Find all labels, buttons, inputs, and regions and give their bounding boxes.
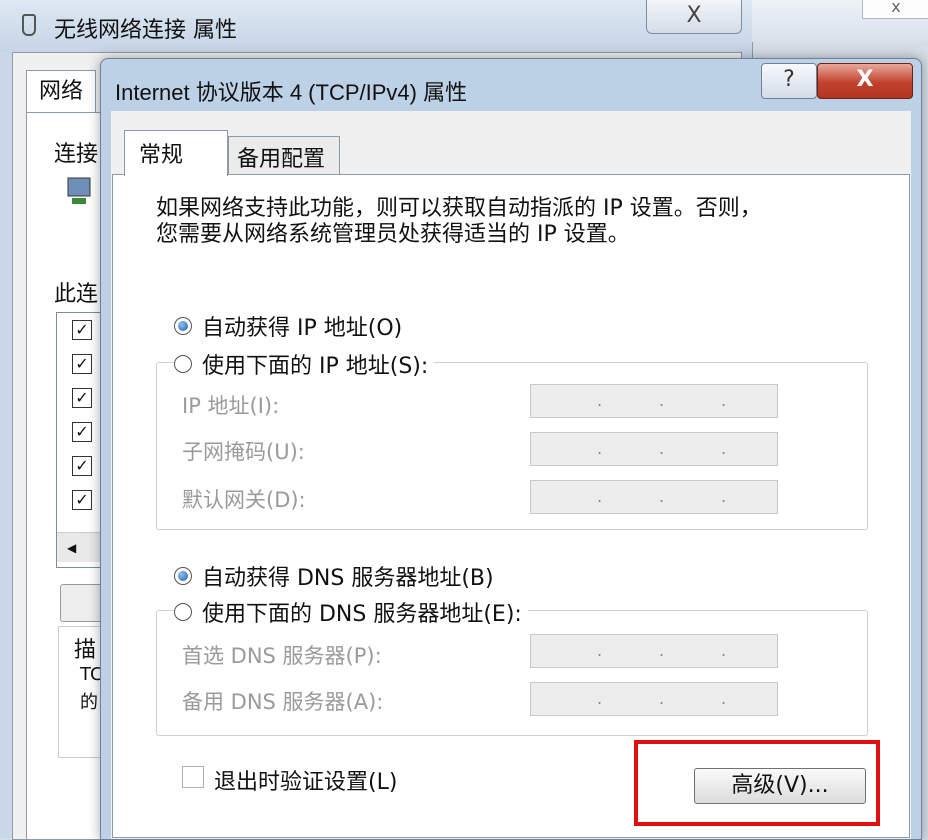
network-adapter-icon	[22, 14, 36, 36]
dns-manual-group	[156, 610, 868, 736]
desktop-close-icon[interactable]: x	[862, 0, 928, 19]
radio-unselected-icon[interactable]	[174, 355, 192, 373]
highlight-box	[634, 740, 880, 826]
validate-on-exit-checkbox[interactable]	[182, 766, 204, 788]
background-close-button[interactable]: X	[646, 0, 742, 34]
radio-unselected-icon[interactable]	[174, 603, 192, 621]
item-checkbox[interactable]: ✓	[72, 320, 92, 340]
description-line-1: 如果网络支持此功能，则可以获取自动指派的 IP 设置。否则，	[156, 196, 762, 221]
background-description-label: 描	[74, 638, 97, 663]
item-checkbox[interactable]: ✓	[72, 388, 92, 408]
background-connect-label: 连接	[54, 142, 99, 167]
radio-ip-manual-label: 使用下面的 IP 地址(S):	[202, 354, 429, 379]
alternate-dns-label: 备用 DNS 服务器(A):	[182, 690, 384, 714]
radio-selected-icon[interactable]	[174, 317, 192, 335]
item-checkbox[interactable]: ✓	[72, 490, 92, 510]
background-items-label: 此连	[54, 282, 99, 307]
background-titlebar: 无线网络连接 属性 X	[0, 0, 752, 52]
adapter-icon	[64, 176, 98, 206]
preferred-dns-input[interactable]: ...	[530, 634, 778, 668]
ip-address-input[interactable]: ...	[530, 384, 778, 418]
validate-on-exit-label: 退出时验证设置(L)	[214, 770, 398, 795]
item-checkbox[interactable]: ✓	[72, 422, 92, 442]
ip-address-label: IP 地址(I):	[182, 394, 280, 418]
dialog-title: Internet 协议版本 4 (TCP/IPv4) 属性	[115, 80, 468, 105]
description-text: 如果网络支持此功能，则可以获取自动指派的 IP 设置。否则， 您需要从网络系统管…	[156, 196, 856, 248]
radio-ip-manual[interactable]: 使用下面的 IP 地址(S):	[174, 348, 435, 380]
radio-dns-manual[interactable]: 使用下面的 DNS 服务器地址(E):	[174, 596, 528, 628]
tab-alternate-config[interactable]: 备用配置	[228, 136, 340, 174]
radio-dns-manual-label: 使用下面的 DNS 服务器地址(E):	[202, 602, 522, 627]
subnet-mask-input[interactable]: ...	[530, 432, 778, 466]
radio-dns-auto-label: 自动获得 DNS 服务器地址(B)	[202, 566, 494, 591]
default-gateway-input[interactable]: ...	[530, 480, 778, 514]
background-window-title: 无线网络连接 属性	[54, 18, 237, 43]
preferred-dns-label: 首选 DNS 服务器(P):	[182, 644, 382, 668]
help-button[interactable]: ?	[761, 63, 817, 99]
radio-ip-auto[interactable]: 自动获得 IP 地址(O)	[174, 310, 402, 342]
description-line-2: 您需要从网络系统管理员处获得适当的 IP 设置。	[156, 222, 630, 247]
item-checkbox[interactable]: ✓	[72, 354, 92, 374]
tab-general[interactable]: 常规	[124, 130, 228, 176]
close-button[interactable]: X	[817, 63, 913, 99]
subnet-mask-label: 子网掩码(U):	[182, 440, 305, 464]
background-description-text2: 的	[80, 692, 98, 713]
radio-dns-auto[interactable]: 自动获得 DNS 服务器地址(B)	[174, 560, 494, 592]
default-gateway-label: 默认网关(D):	[182, 488, 306, 512]
radio-selected-icon[interactable]	[174, 567, 192, 585]
radio-ip-auto-label: 自动获得 IP 地址(O)	[202, 316, 403, 341]
alternate-dns-input[interactable]: ...	[530, 682, 778, 716]
background-tab-network[interactable]: 网络	[26, 70, 96, 112]
item-checkbox[interactable]: ✓	[72, 456, 92, 476]
